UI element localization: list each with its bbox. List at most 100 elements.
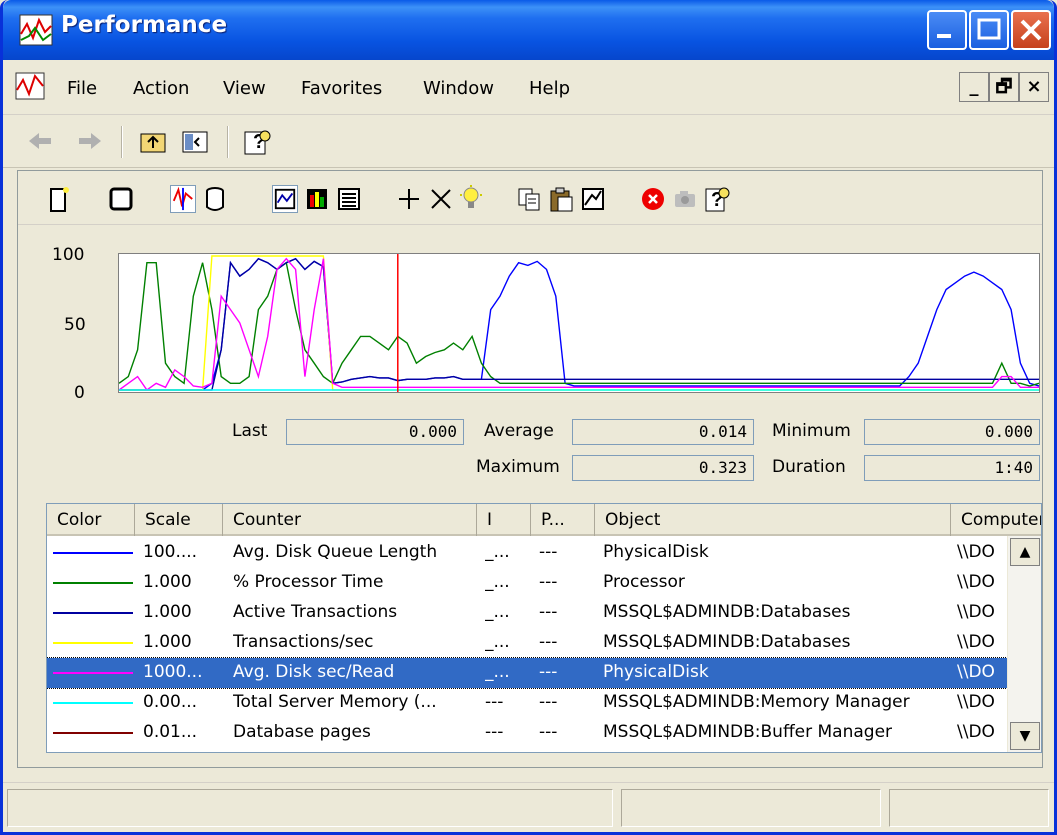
duration-label: Duration <box>772 457 846 477</box>
toolbar-separator <box>121 126 123 158</box>
close-icon <box>1020 19 1042 41</box>
minimize-button[interactable] <box>927 10 967 50</box>
computer-cell: \\DO <box>957 662 995 682</box>
close-button[interactable] <box>1011 10 1051 50</box>
object-cell: Processor <box>603 572 685 592</box>
system-monitor-panel: ? 100 50 0 Last 0.000 Average 0.014 Mini… <box>17 170 1043 768</box>
show-hide-tree-icon[interactable] <box>181 128 211 156</box>
menu-help[interactable]: Help <box>529 78 570 99</box>
counter-cell: Avg. Disk sec/Read <box>233 662 395 682</box>
computer-cell: \\DO <box>957 542 995 562</box>
minimum-label: Minimum <box>772 421 851 441</box>
mmc-document-icon[interactable] <box>15 72 45 100</box>
y-tick-label: 100 <box>52 245 85 265</box>
instance-cell: _... <box>485 632 510 652</box>
column-counter[interactable]: Counter <box>223 504 477 536</box>
column-parent[interactable]: P... <box>531 504 595 536</box>
duration-value: 1:40 <box>864 455 1040 481</box>
paste-counter-list-icon[interactable] <box>548 185 574 213</box>
add-counter-icon[interactable] <box>396 185 422 213</box>
counter-cell: % Processor Time <box>233 572 384 592</box>
menu-view[interactable]: View <box>223 78 266 99</box>
instance-cell: _... <box>485 662 510 682</box>
y-tick-label: 0 <box>74 383 85 403</box>
title-bar[interactable]: Performance <box>3 0 1054 60</box>
counter-row[interactable]: 100.... Avg. Disk Queue Length _... --- Phys… <box>47 538 1007 568</box>
help-icon[interactable]: ? <box>704 185 730 213</box>
scale-cell: 100.... <box>143 542 198 562</box>
back-arrow-icon[interactable] <box>25 128 55 154</box>
menu-window[interactable]: Window <box>423 78 494 99</box>
parent-cell: --- <box>539 632 558 652</box>
window-title: Performance <box>61 12 228 38</box>
scale-cell: 1.000 <box>143 572 192 592</box>
color-swatch <box>53 582 133 584</box>
counter-cell: Avg. Disk Queue Length <box>233 542 438 562</box>
scroll-up-icon[interactable]: ▲ <box>1010 538 1040 566</box>
scale-cell: 1.000 <box>143 602 192 622</box>
counter-row[interactable]: 0.01... Database pages --- --- MSSQL$ADMINDB… <box>47 718 1007 748</box>
mdi-restore-button[interactable]: 🗗 <box>989 72 1019 102</box>
freeze-display-icon[interactable] <box>640 185 666 213</box>
computer-cell: \\DO <box>957 692 995 712</box>
instance-cell: _... <box>485 602 510 622</box>
copy-properties-icon[interactable] <box>516 185 542 213</box>
last-value: 0.000 <box>286 419 464 445</box>
maximum-value: 0.323 <box>572 455 754 481</box>
delete-counter-icon[interactable] <box>428 185 454 213</box>
view-current-activity-icon[interactable] <box>170 185 196 213</box>
performance-window: Performance File Action View Favorites W… <box>0 0 1057 835</box>
counter-row[interactable]: 1000... Avg. Disk sec/Read _... --- Physical… <box>47 657 1008 689</box>
column-object[interactable]: Object <box>595 504 951 536</box>
help-icon[interactable]: ? <box>243 128 273 156</box>
last-label: Last <box>232 421 268 441</box>
update-data-icon[interactable] <box>672 185 698 213</box>
column-scale[interactable]: Scale <box>135 504 223 536</box>
statistics-bar: Last 0.000 Average 0.014 Minimum 0.000 M… <box>18 411 1042 491</box>
column-computer[interactable]: Computer <box>951 504 1041 536</box>
mdi-close-button[interactable]: × <box>1019 72 1049 102</box>
color-swatch <box>53 552 133 554</box>
column-color[interactable]: Color <box>47 504 135 536</box>
average-label: Average <box>484 421 554 441</box>
counter-row[interactable]: 0.00... Total Server Memory (... --- --- MSS… <box>47 688 1007 718</box>
object-cell: MSSQL$ADMINDB:Memory Manager <box>603 692 910 712</box>
highlight-icon[interactable] <box>458 185 484 213</box>
menu-file[interactable]: File <box>67 78 97 99</box>
vertical-scrollbar[interactable]: ▲ ▼ <box>1007 536 1041 752</box>
scroll-down-icon[interactable]: ▼ <box>1010 722 1040 750</box>
instance-cell: --- <box>485 722 504 742</box>
counter-list[interactable]: Color Scale Counter I P... Object Comput… <box>46 503 1042 753</box>
counter-row[interactable]: 1.000 Active Transactions _... --- MSSQL$ADM… <box>47 598 1007 628</box>
object-cell: MSSQL$ADMINDB:Databases <box>603 632 851 652</box>
scale-cell: 0.00... <box>143 692 198 712</box>
computer-cell: \\DO <box>957 722 995 742</box>
column-instance[interactable]: I <box>477 504 531 536</box>
menu-favorites[interactable]: Favorites <box>301 78 382 99</box>
parent-cell: --- <box>539 602 558 622</box>
view-report-icon[interactable] <box>336 185 362 213</box>
new-counter-set-icon[interactable] <box>46 185 72 213</box>
performance-app-icon <box>19 14 53 46</box>
mdi-minimize-button[interactable]: _ <box>959 72 989 102</box>
instance-cell: _... <box>485 572 510 592</box>
object-cell: PhysicalDisk <box>603 662 709 682</box>
series-line <box>119 261 1039 387</box>
view-log-data-icon[interactable] <box>202 185 228 213</box>
view-histogram-icon[interactable] <box>304 185 330 213</box>
counter-row[interactable]: 1.000 Transactions/sec _... --- MSSQL$ADMIND… <box>47 628 1007 658</box>
menu-action[interactable]: Action <box>133 78 189 99</box>
maximize-button[interactable] <box>969 10 1009 50</box>
forward-arrow-icon[interactable] <box>75 128 105 154</box>
properties-icon[interactable] <box>580 185 606 213</box>
object-cell: MSSQL$ADMINDB:Databases <box>603 602 851 622</box>
maximum-label: Maximum <box>476 457 560 477</box>
navigation-toolbar: ? <box>3 116 1054 168</box>
counter-row[interactable]: 1.000 % Processor Time _... --- Processor \\D… <box>47 568 1007 598</box>
object-cell: PhysicalDisk <box>603 542 709 562</box>
up-one-level-icon[interactable] <box>139 128 169 156</box>
view-graph-icon[interactable] <box>272 185 298 213</box>
parent-cell: --- <box>539 572 558 592</box>
clear-display-icon[interactable] <box>108 185 134 213</box>
status-pane <box>621 789 881 827</box>
